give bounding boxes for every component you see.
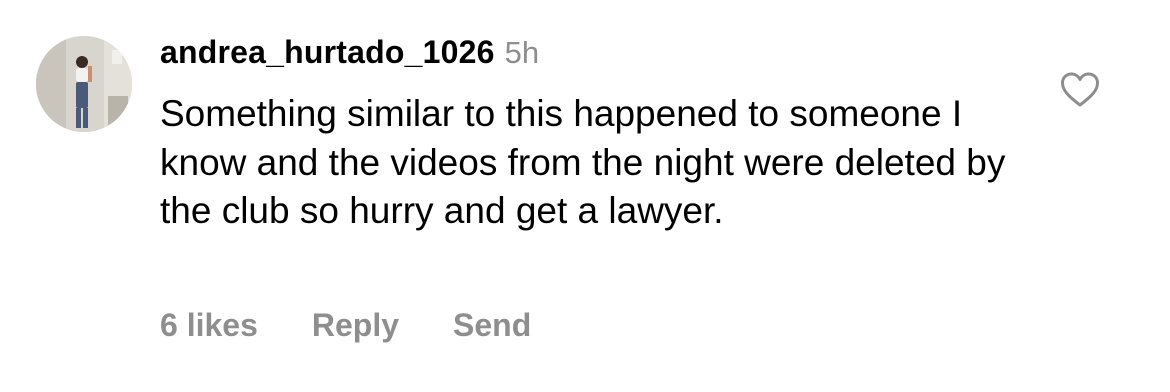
reply-button[interactable]: Reply <box>312 307 399 344</box>
avatar-photo <box>36 36 132 132</box>
send-button[interactable]: Send <box>453 307 531 344</box>
heart-outline-icon <box>1061 72 1099 107</box>
like-button[interactable] <box>1060 72 1100 108</box>
comment-header: andrea_hurtado_1026 5h <box>160 34 539 74</box>
comment-item: andrea_hurtado_1026 5h Something similar… <box>0 0 1170 392</box>
avatar[interactable] <box>36 36 132 132</box>
likes-count-button[interactable]: 6 likes <box>160 307 258 344</box>
comment-actions: 6 likes Reply Send <box>160 305 531 345</box>
comment-text: Something similar to this happened to so… <box>160 93 1006 231</box>
timestamp: 5h <box>504 35 540 70</box>
username[interactable]: andrea_hurtado_1026 <box>160 34 495 71</box>
